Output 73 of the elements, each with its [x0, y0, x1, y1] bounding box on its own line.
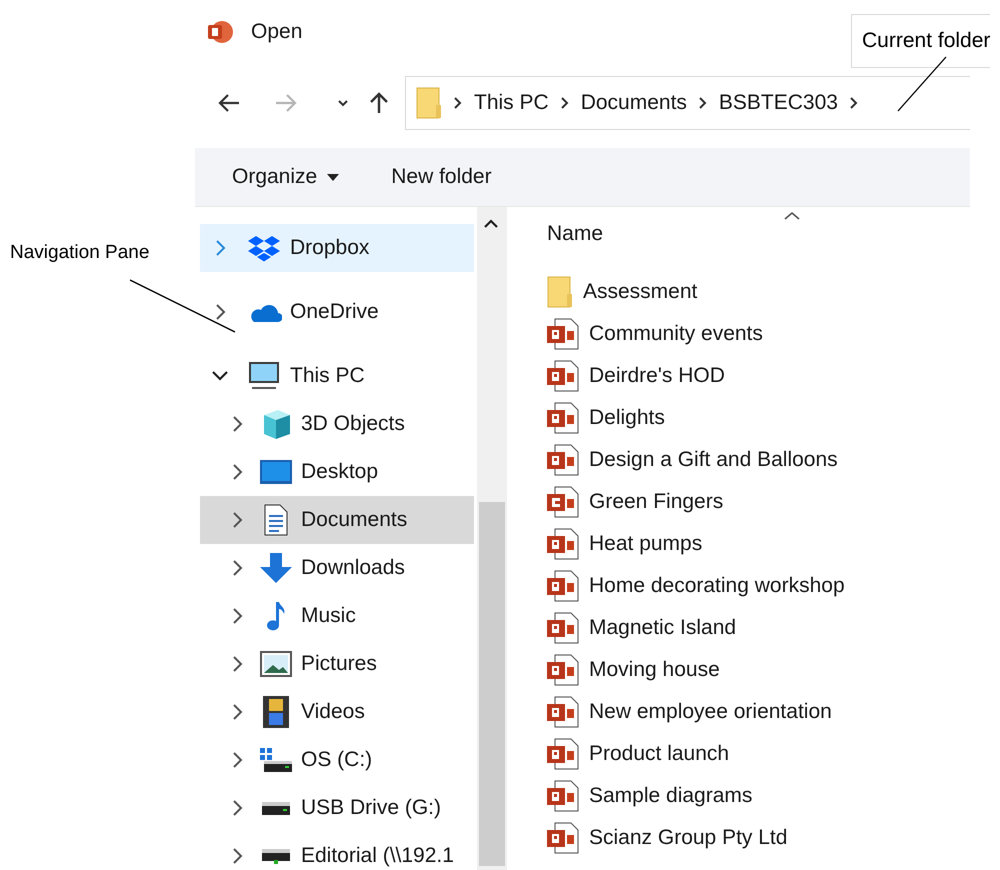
file-name[interactable]: Product launch	[589, 742, 730, 766]
file-name[interactable]: New employee orientation	[589, 700, 832, 724]
nav-item[interactable]: Editorial (\\192.1	[200, 832, 474, 870]
desktop-icon	[260, 459, 292, 485]
presentation-file-icon	[547, 528, 579, 560]
nav-item[interactable]: Dropbox	[200, 224, 474, 272]
presentation-file-icon	[547, 822, 579, 854]
pictures-icon	[260, 651, 292, 677]
chevron-icon[interactable]	[698, 97, 707, 109]
nav-item[interactable]: This PC	[200, 352, 474, 400]
file-name[interactable]: Heat pumps	[589, 532, 702, 556]
film-icon	[263, 696, 289, 728]
computer-icon	[246, 361, 282, 391]
presentation-file-icon	[547, 360, 579, 392]
file-name[interactable]: Home decorating workshop	[589, 574, 845, 598]
folder-icon	[547, 276, 573, 308]
file-name[interactable]: Moving house	[589, 658, 720, 682]
slideshow-file-icon	[547, 486, 579, 518]
presentation-file-icon	[547, 570, 579, 602]
nav-item[interactable]: Pictures	[200, 640, 474, 688]
network-drive-icon	[260, 848, 292, 864]
folder-icon	[416, 87, 442, 119]
presentation-file-icon	[547, 318, 579, 350]
drive-icon	[260, 801, 292, 815]
scrollbar[interactable]	[477, 207, 507, 870]
window-title: Open	[251, 20, 302, 44]
annotation-label: Navigation Pane	[10, 242, 150, 264]
download-icon	[259, 552, 293, 584]
nav-item[interactable]: Documents	[200, 496, 474, 544]
nav-item[interactable]: Desktop	[200, 448, 474, 496]
nav-item[interactable]: Downloads	[200, 544, 474, 592]
chevron-icon[interactable]	[454, 97, 462, 109]
dropbox-icon	[247, 234, 281, 262]
column-header[interactable]: Name	[547, 212, 604, 256]
nav-item[interactable]: Videos	[200, 688, 474, 736]
presentation-file-icon	[547, 738, 579, 770]
file-name[interactable]: Sample diagrams	[589, 784, 752, 808]
scroll-up-icon[interactable]	[484, 219, 498, 228]
nav-item[interactable]: Music	[200, 592, 474, 640]
leader-line	[896, 55, 948, 113]
caret-icon	[327, 174, 340, 180]
file-name[interactable]: Assessment	[583, 280, 698, 304]
presentation-file-icon	[547, 696, 579, 728]
chevron-icon[interactable]	[850, 97, 858, 109]
app-icon	[207, 19, 233, 45]
presentation-file-icon	[547, 402, 579, 434]
nav-item[interactable]: OneDrive	[200, 288, 474, 336]
system-drive-icon	[260, 747, 292, 773]
file-name[interactable]: Community events	[589, 322, 763, 346]
collapse-chevron-icon[interactable]	[212, 371, 228, 381]
file-name[interactable]: Magnetic Island	[589, 616, 736, 640]
nav-item[interactable]: USB Drive (G:)	[200, 784, 474, 832]
file-name[interactable]: Design a Gift and Balloons	[589, 448, 838, 472]
file-name[interactable]: Delights	[589, 406, 665, 430]
scrollbar-thumb[interactable]	[479, 502, 505, 866]
file-name[interactable]: Green Fingers	[589, 490, 724, 514]
chevron-icon[interactable]	[560, 97, 569, 109]
file-name[interactable]: Deirdre's HOD	[589, 364, 725, 388]
breadcrumb[interactable]: BSBTEC303	[718, 91, 838, 115]
breadcrumb[interactable]: Documents	[580, 91, 687, 115]
file-name[interactable]: Scianz Group Pty Ltd	[589, 826, 788, 850]
presentation-file-icon	[547, 612, 579, 644]
nav-item[interactable]: OS (C:)	[200, 736, 474, 784]
presentation-file-icon	[547, 780, 579, 812]
toolbar-button[interactable]: New folder	[391, 165, 492, 189]
presentation-file-icon	[547, 654, 579, 686]
document-icon	[264, 504, 288, 536]
breadcrumb[interactable]: This PC	[474, 91, 549, 115]
annotation-label: Current folder	[851, 14, 990, 68]
presentation-file-icon	[547, 444, 579, 476]
nav-item[interactable]: 3D Objects	[200, 400, 474, 448]
address-bar[interactable]: This PC Documents BSBTEC303	[405, 76, 970, 130]
menu-button[interactable]: Organize	[232, 165, 340, 189]
